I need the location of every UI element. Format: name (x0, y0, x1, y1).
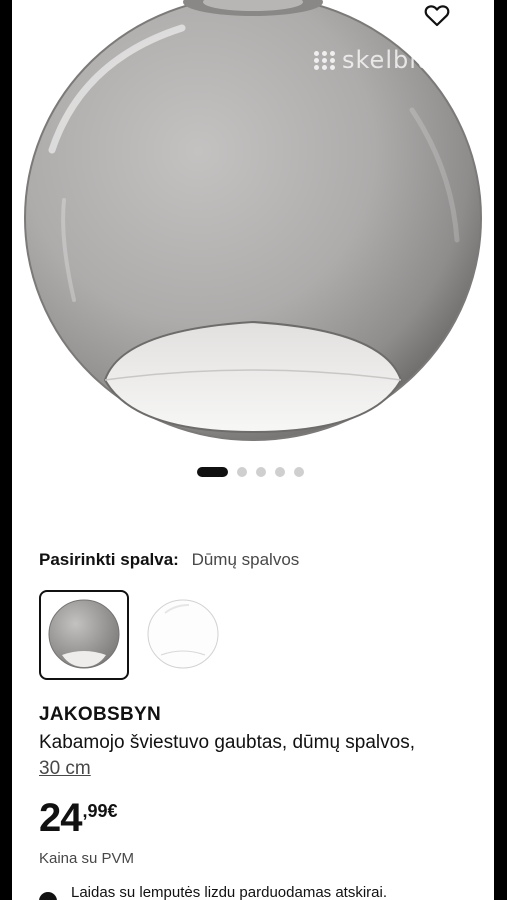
product-price: 24,99€ (39, 796, 118, 841)
carousel-dot[interactable] (294, 467, 304, 477)
info-note: Laidas su lemputės lizdu parduodamas ats… (39, 884, 387, 900)
price-decimal: ,99 (82, 801, 108, 821)
product-description-text: Kabamojo šviestuvo gaubtas, dūmų spalvos… (39, 732, 415, 753)
price-currency: € (107, 801, 118, 821)
lamp-shade-image (24, 0, 482, 441)
product-description: Kabamojo šviestuvo gaubtas, dūmų spalvos… (39, 730, 479, 782)
product-screen: skelbiu.lt Pasirinkti spalva: Dūmų spalv… (12, 0, 494, 900)
info-icon (39, 892, 57, 900)
color-label: Pasirinkti spalva: (39, 550, 179, 569)
carousel-dot[interactable] (275, 467, 285, 477)
vat-note: Kaina su PVM (39, 850, 135, 867)
watermark-dots-icon (314, 50, 336, 70)
product-image-carousel[interactable]: skelbiu.lt (12, 0, 494, 500)
carousel-dot-active[interactable] (197, 467, 228, 477)
favorite-button[interactable] (424, 4, 460, 40)
carousel-dot[interactable] (237, 467, 247, 477)
color-swatch-smoke[interactable] (39, 590, 129, 680)
price-integer: 24 (39, 796, 82, 840)
carousel-dot[interactable] (256, 467, 266, 477)
clear-shade-thumbnail (147, 599, 219, 669)
color-value: Dūmų spalvos (191, 550, 300, 569)
product-name: JAKOBSBYN (39, 704, 161, 725)
watermark-logo: skelbiu.lt (314, 46, 460, 74)
watermark-text: skelbiu.lt (342, 46, 460, 74)
product-size-link[interactable]: 30 cm (39, 758, 91, 779)
carousel-pagination (197, 467, 304, 477)
color-swatch-clear[interactable] (138, 590, 228, 680)
heart-outline-icon (424, 5, 450, 27)
smoke-shade-thumbnail (48, 599, 120, 669)
color-selector-label: Pasirinkti spalva: Dūmų spalvos (39, 550, 299, 570)
info-note-text: Laidas su lemputės lizdu parduodamas ats… (71, 884, 388, 900)
